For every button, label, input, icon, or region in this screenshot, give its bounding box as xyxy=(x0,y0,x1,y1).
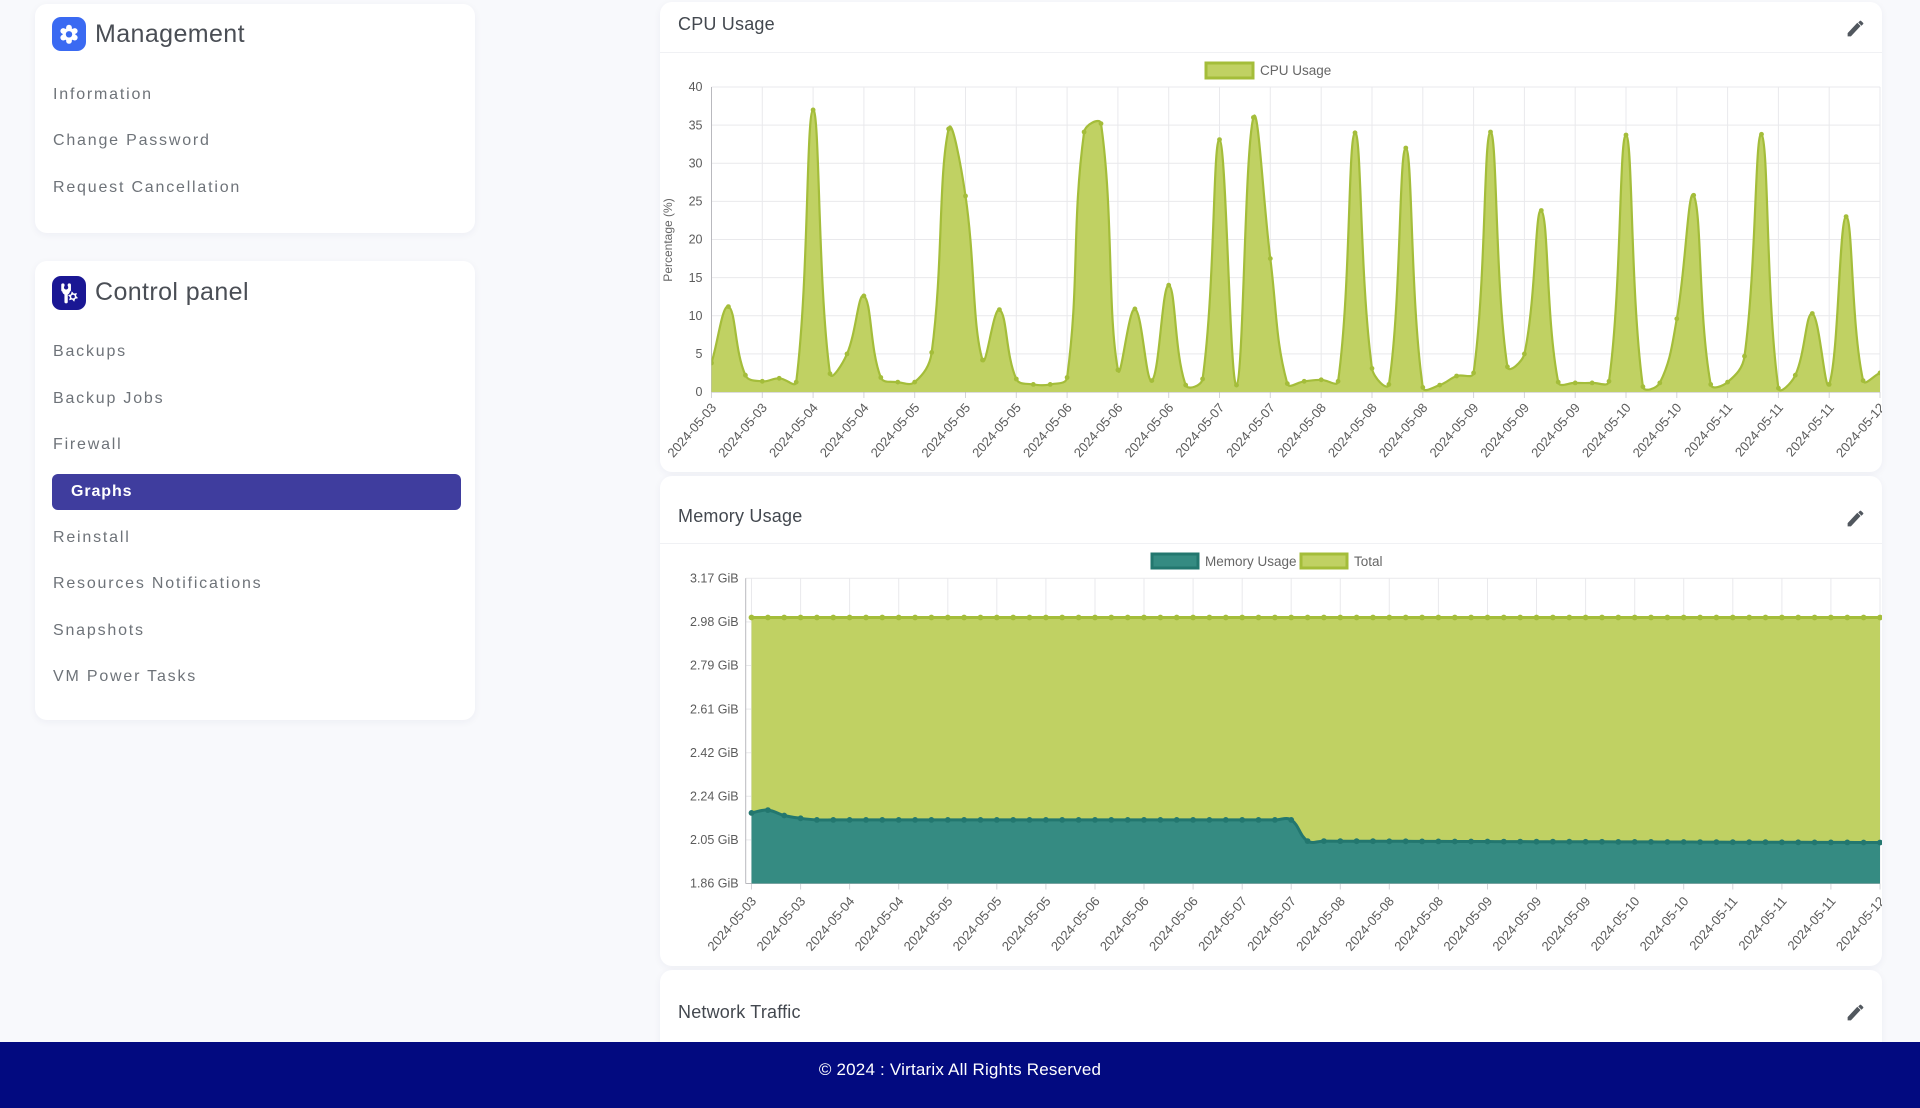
svg-text:2024-05-10: 2024-05-10 xyxy=(1630,400,1685,460)
svg-text:2024-05-03: 2024-05-03 xyxy=(664,400,719,460)
svg-text:2024-05-08: 2024-05-08 xyxy=(1293,894,1348,954)
svg-text:2024-05-08: 2024-05-08 xyxy=(1342,894,1397,954)
svg-text:2024-05-11: 2024-05-11 xyxy=(1735,894,1789,953)
svg-text:2.42 GiB: 2.42 GiB xyxy=(690,746,739,760)
svg-text:2024-05-05: 2024-05-05 xyxy=(950,894,1005,954)
svg-text:2024-05-05: 2024-05-05 xyxy=(868,400,923,460)
svg-text:20: 20 xyxy=(689,233,703,247)
svg-text:2024-05-12: 2024-05-12 xyxy=(1833,400,1882,460)
svg-text:25: 25 xyxy=(689,195,703,209)
svg-text:2024-05-06: 2024-05-06 xyxy=(1020,400,1075,460)
svg-text:2.05 GiB: 2.05 GiB xyxy=(690,833,739,847)
svg-text:2024-05-07: 2024-05-07 xyxy=(1244,894,1299,954)
svg-text:2024-05-07: 2024-05-07 xyxy=(1195,894,1250,954)
svg-text:15: 15 xyxy=(689,271,703,285)
svg-text:2024-05-03: 2024-05-03 xyxy=(715,400,770,460)
svg-text:35: 35 xyxy=(689,118,703,132)
svg-text:2.98 GiB: 2.98 GiB xyxy=(690,615,739,629)
svg-text:2024-05-09: 2024-05-09 xyxy=(1426,400,1481,460)
svg-text:Percentage (%): Percentage (%) xyxy=(661,198,675,281)
svg-text:2024-05-04: 2024-05-04 xyxy=(852,894,907,954)
svg-text:2024-05-06: 2024-05-06 xyxy=(1097,894,1152,954)
svg-text:2024-05-11: 2024-05-11 xyxy=(1784,894,1838,953)
svg-text:2024-05-04: 2024-05-04 xyxy=(817,400,872,460)
svg-text:2024-05-05: 2024-05-05 xyxy=(901,894,956,954)
svg-text:2.79 GiB: 2.79 GiB xyxy=(690,659,739,673)
svg-text:2.61 GiB: 2.61 GiB xyxy=(690,702,739,716)
svg-text:Memory Usage: Memory Usage xyxy=(1205,554,1297,569)
svg-text:2024-05-09: 2024-05-09 xyxy=(1477,400,1532,460)
svg-text:30: 30 xyxy=(689,157,703,171)
svg-text:2.24 GiB: 2.24 GiB xyxy=(690,790,739,804)
svg-text:2024-05-09: 2024-05-09 xyxy=(1440,894,1495,954)
svg-text:2024-05-12: 2024-05-12 xyxy=(1833,894,1882,954)
svg-text:2024-05-10: 2024-05-10 xyxy=(1579,400,1634,460)
svg-text:2024-05-06: 2024-05-06 xyxy=(1071,400,1126,460)
svg-text:2024-05-07: 2024-05-07 xyxy=(1172,400,1227,460)
svg-text:2024-05-10: 2024-05-10 xyxy=(1637,894,1692,954)
svg-text:2024-05-10: 2024-05-10 xyxy=(1588,894,1643,954)
svg-text:2024-05-11: 2024-05-11 xyxy=(1783,400,1837,459)
svg-text:3.17 GiB: 3.17 GiB xyxy=(690,572,739,586)
svg-text:2024-05-07: 2024-05-07 xyxy=(1223,400,1278,460)
svg-text:2024-05-08: 2024-05-08 xyxy=(1376,400,1431,460)
svg-text:2024-05-03: 2024-05-03 xyxy=(753,894,808,954)
svg-text:2024-05-11: 2024-05-11 xyxy=(1686,894,1740,953)
svg-text:2024-05-08: 2024-05-08 xyxy=(1325,400,1380,460)
svg-text:0: 0 xyxy=(696,385,703,399)
svg-text:2024-05-09: 2024-05-09 xyxy=(1528,400,1583,460)
svg-text:2024-05-09: 2024-05-09 xyxy=(1489,894,1544,954)
svg-text:2024-05-06: 2024-05-06 xyxy=(1146,894,1201,954)
svg-text:Total: Total xyxy=(1354,554,1383,569)
svg-text:2024-05-11: 2024-05-11 xyxy=(1732,400,1786,459)
svg-text:2024-05-11: 2024-05-11 xyxy=(1681,400,1735,459)
svg-text:2024-05-08: 2024-05-08 xyxy=(1274,400,1329,460)
svg-text:2024-05-09: 2024-05-09 xyxy=(1538,894,1593,954)
svg-text:2024-05-03: 2024-05-03 xyxy=(704,894,759,954)
svg-text:5: 5 xyxy=(696,347,703,361)
svg-text:2024-05-06: 2024-05-06 xyxy=(1122,400,1177,460)
svg-text:2024-05-04: 2024-05-04 xyxy=(802,894,857,954)
svg-text:1.86 GiB: 1.86 GiB xyxy=(690,877,739,891)
svg-text:2024-05-08: 2024-05-08 xyxy=(1391,894,1446,954)
svg-text:10: 10 xyxy=(689,309,703,323)
svg-text:CPU Usage: CPU Usage xyxy=(1260,63,1331,78)
svg-text:2024-05-05: 2024-05-05 xyxy=(969,400,1024,460)
svg-text:2024-05-05: 2024-05-05 xyxy=(918,400,973,460)
svg-text:2024-05-05: 2024-05-05 xyxy=(999,894,1054,954)
svg-text:40: 40 xyxy=(689,80,703,94)
svg-text:2024-05-04: 2024-05-04 xyxy=(766,400,821,460)
svg-text:2024-05-06: 2024-05-06 xyxy=(1048,894,1103,954)
